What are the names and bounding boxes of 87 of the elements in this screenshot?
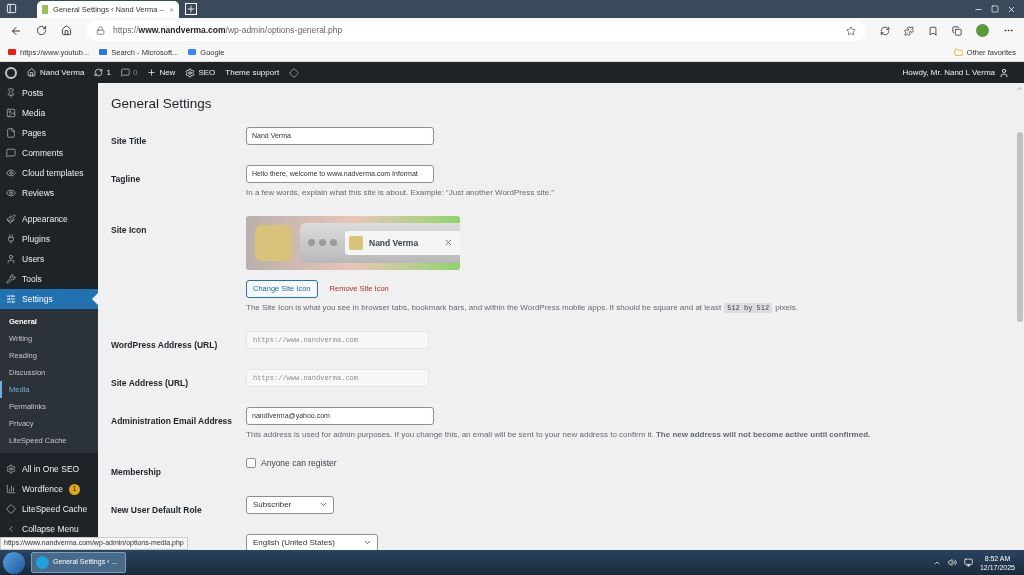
browser-icon <box>36 556 49 569</box>
comment-icon <box>120 68 130 77</box>
menu-icon <box>6 88 16 98</box>
folder-icon <box>953 47 963 57</box>
back-icon[interactable] <box>10 24 22 37</box>
profile-avatar[interactable] <box>976 24 989 37</box>
menu-icon <box>6 214 16 224</box>
field-label: Site Address (URL) <box>111 378 189 389</box>
menu-icon <box>6 464 16 474</box>
bookmark-icon <box>99 49 108 55</box>
field-label: Tagline <box>111 174 141 185</box>
sidebar-item[interactable]: Collapse Menu <box>0 519 98 539</box>
menu-icon <box>6 484 16 494</box>
network-icon[interactable] <box>963 558 973 567</box>
seo-link[interactable]: SEO <box>185 67 216 78</box>
url-field[interactable]: https://www.nandverma.com/wp-admin/options-general.php <box>86 20 866 41</box>
photo-placeholder <box>349 235 363 250</box>
plus-icon <box>147 68 157 77</box>
theme-support-link[interactable]: Theme support <box>225 67 280 78</box>
reload-icon[interactable] <box>36 25 47 36</box>
field-label: Site Icon <box>111 224 147 235</box>
menu-icon <box>6 148 16 158</box>
close-icon[interactable] <box>1007 5 1016 14</box>
sidebar-item[interactable]: Users <box>0 249 98 269</box>
sidebar-item[interactable]: Media <box>0 103 98 123</box>
menu-icon <box>6 108 16 118</box>
field-description: pixels. <box>775 303 798 313</box>
sidebar-item[interactable]: Settings <box>0 289 98 309</box>
menu-icon <box>6 254 16 264</box>
favorites-icon[interactable] <box>928 25 938 36</box>
favorite-icon[interactable] <box>846 25 856 36</box>
sidebar-item[interactable]: LiteSpeed Cache <box>0 499 98 519</box>
new-tab-icon[interactable] <box>185 3 197 15</box>
sidebar-item[interactable]: Appearance <box>0 209 98 229</box>
start-button[interactable] <box>3 551 25 574</box>
page-title: General Settings <box>111 96 213 113</box>
field-description: This address is used for admin purposes. If you change this, an email will be sent to your new address to confirm it. The new address will not become active until confirmed. <box>246 430 871 440</box>
menu-icon <box>6 168 16 178</box>
field-label: Membership <box>111 466 162 477</box>
bookmark-icon <box>188 49 197 55</box>
dropdown-field[interactable]: English (United States) <box>246 533 378 550</box>
sync-icon[interactable] <box>880 25 890 36</box>
field-description: In a few words, explain what this site is about. Example: “Just another WordPress site.” <box>246 188 554 198</box>
field-label: Administration Email Address <box>111 416 233 427</box>
account-link[interactable]: Howdy, Mr. Nand L Verma <box>902 67 1009 78</box>
field-label: New User Default Role <box>111 504 202 515</box>
sidebar-item[interactable]: Comments <box>0 143 98 163</box>
close-icon <box>444 238 453 248</box>
diamond-icon[interactable] <box>289 67 300 78</box>
sidebar-item[interactable]: Cloud templates <box>0 163 98 183</box>
menu-icon <box>6 128 16 138</box>
gear-icon <box>185 67 196 78</box>
menu-icon <box>6 188 16 198</box>
sidebar-item[interactable]: Plugins <box>0 229 98 249</box>
field-label: Site Title <box>111 136 147 147</box>
photo-placeholder <box>255 224 292 261</box>
sidebar-item[interactable]: Reviews <box>0 183 98 203</box>
updates-icon <box>94 68 104 77</box>
checkbox-label: Anyone can register <box>261 457 337 468</box>
scrollbar-thumb[interactable] <box>1016 132 1023 322</box>
home-icon[interactable] <box>61 25 72 36</box>
collections-icon[interactable] <box>952 25 962 36</box>
lock-icon <box>96 26 105 35</box>
favicon-placeholder <box>42 5 49 14</box>
field-description: The Site Icon is what you see in browser tabs, bookmark bars, and within the WordPress mobile apps. It should be square and at least <box>246 303 722 313</box>
dropdown-field[interactable]: Subscriber <box>246 495 335 514</box>
sidebar-item[interactable]: Pages <box>0 123 98 143</box>
updates-link[interactable]: 1 <box>94 67 111 78</box>
checkbox[interactable] <box>246 457 256 468</box>
restore-icon[interactable] <box>991 5 999 13</box>
menu-icon <box>6 234 16 244</box>
tab-actions-icon[interactable] <box>6 3 17 14</box>
user-icon <box>999 67 1009 78</box>
sidebar-item[interactable]: All in One SEO <box>0 459 98 479</box>
sidebar-item[interactable]: Tools <box>0 269 98 289</box>
comments-link[interactable]: 0 <box>120 67 138 78</box>
menu-icon <box>6 274 16 284</box>
extensions-icon[interactable] <box>904 25 914 36</box>
sidebar-item[interactable]: Posts <box>0 83 98 103</box>
volume-icon[interactable] <box>947 558 957 567</box>
bookmark-icon <box>8 49 16 55</box>
new-link[interactable]: New <box>147 67 176 78</box>
menu-icon <box>6 294 16 304</box>
tab-title: Nand Verma <box>369 237 419 248</box>
field-label: WordPress Address (URL) <box>111 340 218 351</box>
home-icon <box>27 68 36 77</box>
site-name-link[interactable]: Nand Verma <box>27 67 85 78</box>
